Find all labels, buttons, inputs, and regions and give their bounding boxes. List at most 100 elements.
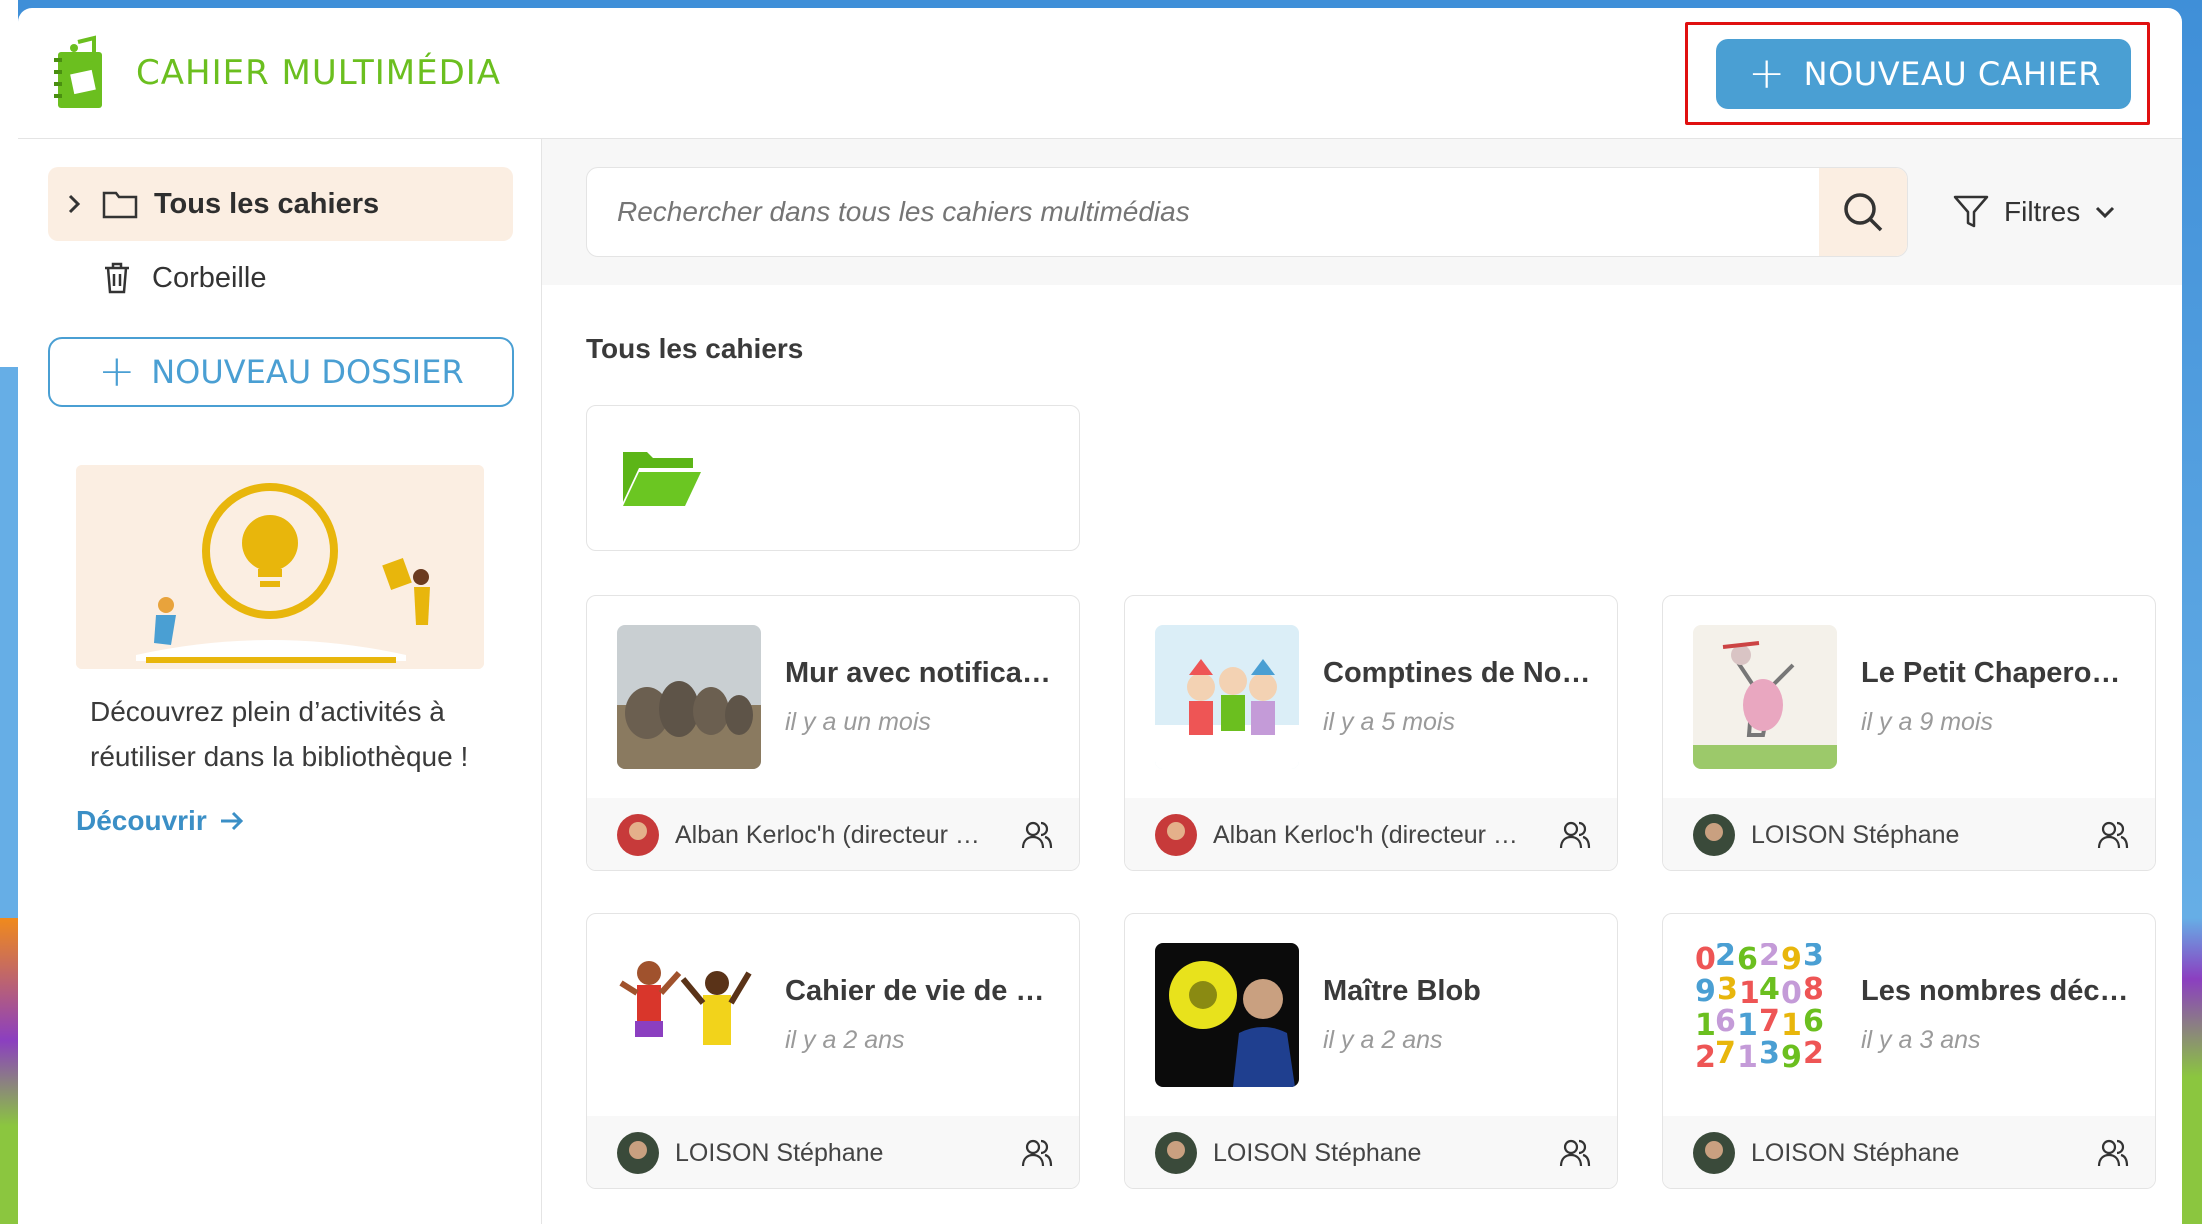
svg-text:2: 2	[1803, 1036, 1824, 1071]
card-time: il y a 2 ans	[785, 1026, 905, 1054]
svg-text:2: 2	[1759, 943, 1780, 973]
new-cahier-button[interactable]: + NOUVEAU CAHIER	[1716, 38, 2131, 109]
trash-icon	[102, 261, 144, 295]
discover-link[interactable]: Découvrir	[76, 805, 484, 837]
card-body: Cahier de vie de … il y a 2 ans	[587, 914, 1079, 1116]
shared-users-icon	[1557, 820, 1591, 850]
svg-text:8: 8	[1803, 972, 1824, 1007]
card-time: il y a 3 ans	[1861, 1026, 1981, 1054]
card-title: Les nombres déc…	[1861, 975, 2129, 1007]
search-box	[586, 167, 1908, 257]
shared-users-icon	[2095, 1138, 2129, 1168]
arrow-right-icon	[220, 811, 243, 831]
sidebar-item-trash[interactable]: Corbeille	[48, 241, 513, 315]
card-info: Maître Blob il y a 2 ans	[1323, 975, 1593, 1055]
background-right	[2182, 0, 2202, 1224]
svg-text:4: 4	[1759, 972, 1780, 1007]
highlight-box: + NOUVEAU CAHIER	[1685, 21, 2150, 125]
search-input[interactable]	[587, 168, 1819, 256]
background-left	[0, 0, 18, 1224]
cahier-card[interactable]: 026293 931408 161716 271392 Les nombres …	[1662, 913, 2156, 1189]
chevron-right-icon	[56, 193, 92, 215]
svg-text:6: 6	[1803, 1004, 1824, 1039]
folder-open-icon	[623, 452, 701, 506]
avatar	[1155, 814, 1197, 856]
plus-icon: +	[1748, 47, 1786, 99]
search-button[interactable]	[1819, 168, 1907, 256]
card-owner: Alban Kerloc'h (directeur …	[1213, 820, 1518, 849]
svg-text:9: 9	[1781, 1040, 1802, 1075]
cahier-grid: Mur avec notifica… il y a un mois Alban …	[586, 595, 2182, 1189]
notebook-music-icon	[54, 35, 102, 108]
svg-text:6: 6	[1737, 943, 1758, 977]
folder-card[interactable]	[586, 405, 1080, 551]
astronaut-blob-thumbnail	[1155, 943, 1299, 1087]
filters-label: Filtres	[2004, 196, 2081, 227]
card-info: Comptines de No… il y a 5 mois	[1323, 657, 1593, 737]
avatar	[1155, 1132, 1197, 1174]
card-info: Le Petit Chapero… il y a 9 mois	[1861, 657, 2131, 737]
folder-icon	[102, 189, 146, 219]
card-title: Cahier de vie de …	[785, 975, 1045, 1007]
card-time: il y a 2 ans	[1323, 1026, 1443, 1054]
shared-users-icon	[1019, 820, 1053, 850]
card-body: Comptines de No… il y a 5 mois	[1125, 596, 1617, 798]
card-title: Le Petit Chapero…	[1861, 657, 2121, 689]
shared-users-icon	[1019, 1138, 1053, 1168]
filter-icon	[1953, 195, 1989, 228]
card-owner: LOISON Stéphane	[675, 1138, 884, 1167]
card-owner: LOISON Stéphane	[1213, 1138, 1422, 1167]
card-body: Le Petit Chapero… il y a 9 mois	[1663, 596, 2155, 798]
svg-text:1: 1	[1737, 1040, 1758, 1075]
search-area: Filtres	[542, 139, 2182, 285]
new-folder-label: NOUVEAU DOSSIER	[151, 353, 464, 391]
card-owner: LOISON Stéphane	[1751, 820, 1960, 849]
new-cahier-label: NOUVEAU CAHIER	[1803, 54, 2101, 93]
svg-text:7: 7	[1715, 1036, 1736, 1071]
card-footer: LOISON Stéphane	[1663, 798, 2155, 870]
card-body: Maître Blob il y a 2 ans	[1125, 914, 1617, 1116]
plus-icon: +	[98, 346, 136, 397]
sidebar-item-label: Tous les cahiers	[154, 187, 380, 220]
dancing-kids-thumbnail	[617, 943, 761, 1087]
svg-text:7: 7	[1759, 1004, 1780, 1039]
card-time: il y a 5 mois	[1323, 708, 1455, 736]
card-footer: Alban Kerloc'h (directeur …	[587, 798, 1079, 870]
cahier-card[interactable]: Maître Blob il y a 2 ans LOISON Stéphane	[1124, 913, 1618, 1189]
cahier-card[interactable]: Le Petit Chapero… il y a 9 mois LOISON S…	[1662, 595, 2156, 871]
discover-link-label: Découvrir	[76, 805, 207, 836]
avatar	[1693, 1132, 1735, 1174]
card-time: il y a 9 mois	[1861, 708, 1993, 736]
svg-text:1: 1	[1739, 976, 1760, 1011]
wolf-drawing-thumbnail	[1693, 625, 1837, 769]
children-singing-thumbnail	[1155, 625, 1299, 769]
svg-text:9: 9	[1781, 943, 1802, 977]
brand: CAHIER MULTIMÉDIA	[50, 34, 501, 112]
shared-users-icon	[2095, 820, 2129, 850]
elephants-thumbnail	[617, 625, 761, 769]
library-promo: Découvrez plein d’activités à réutiliser…	[76, 465, 484, 837]
card-footer: LOISON Stéphane	[1663, 1116, 2155, 1188]
avatar	[1693, 814, 1735, 856]
svg-text:1: 1	[1781, 1008, 1802, 1043]
card-info: Mur avec notifica… il y a un mois	[785, 657, 1055, 737]
app-window: CAHIER MULTIMÉDIA + NOUVEAU CAHIER Tous …	[18, 8, 2182, 1224]
svg-text:0: 0	[1695, 943, 1716, 977]
shared-users-icon	[1557, 1138, 1591, 1168]
svg-text:3: 3	[1717, 972, 1738, 1007]
sidebar-item-all-cahiers[interactable]: Tous les cahiers	[48, 167, 513, 241]
new-folder-button[interactable]: + NOUVEAU DOSSIER	[48, 337, 514, 407]
svg-text:3: 3	[1759, 1036, 1780, 1071]
svg-text:9: 9	[1695, 974, 1716, 1009]
card-time: il y a un mois	[785, 708, 931, 736]
cahier-card[interactable]: Cahier de vie de … il y a 2 ans LOISON S…	[586, 913, 1080, 1189]
svg-text:2: 2	[1695, 1040, 1716, 1075]
filters-dropdown[interactable]: Filtres	[1952, 167, 2116, 257]
numbers-thumbnail: 026293 931408 161716 271392	[1693, 943, 1837, 1087]
cahier-card[interactable]: Mur avec notifica… il y a un mois Alban …	[586, 595, 1080, 871]
card-title: Maître Blob	[1323, 975, 1481, 1007]
card-info: Cahier de vie de … il y a 2 ans	[785, 975, 1055, 1055]
cahier-card[interactable]: Comptines de No… il y a 5 mois Alban Ker…	[1124, 595, 1618, 871]
card-footer: LOISON Stéphane	[1125, 1116, 1617, 1188]
svg-text:1: 1	[1737, 1008, 1758, 1043]
